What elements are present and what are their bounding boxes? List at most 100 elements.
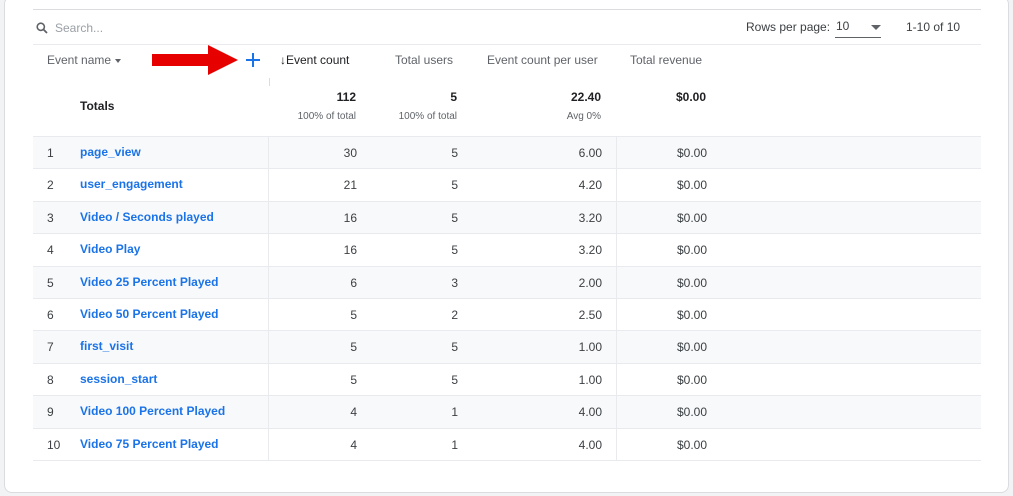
totals-event-count-per-user: 22.40 [570, 90, 601, 104]
event-count-per-user-cell: 1.00 [578, 340, 602, 355]
total-revenue-cell: $0.00 [676, 308, 707, 322]
total-users-header[interactable]: Total users [395, 53, 453, 67]
total-users-cell: 5 [451, 146, 458, 160]
table-row: 2 user_engagement 21 5 4.20 $0.00 [33, 168, 981, 202]
total-revenue-cell: $0.00 [676, 340, 707, 355]
column-divider [616, 428, 617, 461]
event-count-per-user-cell: 3.20 [578, 210, 602, 225]
table-row: 8 session_start 5 5 1.00 $0.00 [33, 362, 981, 396]
total-revenue-cell: $0.00 [676, 437, 707, 452]
row-index: 4 [47, 243, 54, 258]
column-divider [616, 234, 617, 267]
event-count-cell: 4 [350, 405, 357, 420]
row-index: 6 [47, 308, 54, 322]
table-row: 10 Video 75 Percent Played 4 1 4.00 $0.00 [33, 427, 981, 461]
table-row: 3 Video / Seconds played 16 5 3.20 $0.00 [33, 200, 981, 234]
totals-label: Totals [80, 99, 115, 113]
column-divider [616, 299, 617, 331]
total-users-cell: 5 [451, 178, 458, 193]
event-count-per-user-cell: 6.00 [578, 146, 602, 160]
row-index: 3 [47, 210, 54, 225]
event-count-cell: 6 [350, 275, 357, 290]
totals-total-users-share: 100% of total [398, 111, 457, 122]
table-row: 7 first_visit 5 5 1.00 $0.00 [33, 330, 981, 364]
total-users-cell: 5 [451, 372, 458, 387]
pagination-range: 1-10 of 10 [906, 20, 961, 34]
add-dimension-icon[interactable] [244, 51, 262, 69]
event-name-link[interactable]: page_view [80, 145, 141, 159]
column-divider [616, 266, 617, 299]
column-divider [616, 201, 617, 234]
event-name-link[interactable]: Video 100 Percent Played [80, 404, 225, 418]
event-name-link[interactable]: user_engagement [80, 177, 183, 191]
table-row: 9 Video 100 Percent Played 4 1 4.00 $0.00 [33, 395, 981, 429]
totals-row [33, 78, 981, 136]
event-count-per-user-header[interactable]: Event count per user [487, 53, 598, 67]
total-revenue-cell: $0.00 [676, 178, 707, 193]
event-count-per-user-cell: 4.20 [578, 178, 602, 193]
table-row: 5 Video 25 Percent Played 6 3 2.00 $0.00 [33, 265, 981, 299]
search-input[interactable] [55, 18, 355, 38]
row-index: 5 [47, 275, 54, 290]
row-index: 10 [47, 437, 61, 452]
event-name-link[interactable]: first_visit [80, 339, 133, 353]
rows-per-page-select[interactable]: 10 [835, 16, 881, 38]
table-row: 4 Video Play 16 5 3.20 $0.00 [33, 233, 981, 267]
total-users-cell: 5 [451, 210, 458, 225]
rows-per-page-value: 10 [836, 19, 850, 33]
total-users-cell: 2 [451, 308, 458, 322]
totals-event-count: 112 [336, 90, 356, 104]
table-row: 6 Video 50 Percent Played 5 2 2.50 $0.00 [33, 298, 981, 331]
event-name-link[interactable]: Video Play [80, 242, 140, 256]
event-count-cell: 21 [343, 178, 357, 193]
total-users-cell: 3 [451, 275, 458, 290]
rows-per-page-label: Rows per page: [746, 20, 831, 34]
column-divider [616, 331, 617, 364]
row-index: 2 [47, 178, 54, 193]
table-toolbar: Rows per page: 10 1-10 of 10 [33, 9, 981, 45]
column-divider [616, 363, 617, 396]
total-users-cell: 5 [451, 340, 458, 355]
event-name-link[interactable]: Video 25 Percent Played [80, 275, 219, 289]
row-index: 9 [47, 405, 54, 420]
event-count-header-label: Event count [286, 53, 350, 67]
dimension-cell [33, 137, 269, 169]
column-divider [616, 137, 617, 169]
row-index: 8 [47, 372, 54, 387]
event-name-link[interactable]: Video / Seconds played [80, 210, 214, 224]
dimension-header-label: Event name [47, 53, 112, 67]
event-count-per-user-cell: 3.20 [578, 243, 602, 258]
column-divider [616, 169, 617, 202]
totals-total-revenue: $0.00 [675, 90, 706, 104]
table-bottom-border [33, 460, 981, 461]
event-count-cell: 4 [350, 437, 357, 452]
event-count-cell: 5 [350, 340, 357, 355]
event-count-header[interactable]: ↓Event count [280, 53, 349, 67]
total-users-cell: 1 [451, 405, 458, 420]
chevron-down-icon [871, 25, 881, 30]
dimension-cell [33, 331, 269, 364]
table-row: 1 page_view 30 5 6.00 $0.00 [33, 136, 981, 169]
event-count-cell: 5 [350, 308, 357, 322]
totals-total-users: 5 [450, 90, 457, 104]
event-name-link[interactable]: Video 50 Percent Played [80, 307, 219, 321]
row-index: 1 [47, 146, 54, 160]
column-divider [616, 396, 617, 429]
red-arrow-annotation [152, 45, 238, 75]
event-count-cell: 16 [343, 210, 357, 225]
event-count-per-user-cell: 2.00 [578, 275, 602, 290]
event-count-cell: 16 [343, 243, 357, 258]
dropdown-icon [115, 58, 122, 63]
total-users-cell: 1 [451, 437, 458, 452]
event-name-link[interactable]: Video 75 Percent Played [80, 437, 219, 451]
totals-event-count-per-user-avg: Avg 0% [566, 111, 601, 122]
total-users-cell: 5 [451, 243, 458, 258]
search-icon [36, 22, 48, 34]
total-revenue-header[interactable]: Total revenue [630, 53, 702, 67]
event-name-link[interactable]: session_start [80, 372, 157, 386]
total-revenue-cell: $0.00 [676, 372, 707, 387]
total-revenue-cell: $0.00 [676, 405, 707, 420]
event-count-per-user-cell: 4.00 [578, 437, 602, 452]
total-revenue-cell: $0.00 [676, 275, 707, 290]
dimension-header[interactable]: Event name [47, 53, 122, 67]
